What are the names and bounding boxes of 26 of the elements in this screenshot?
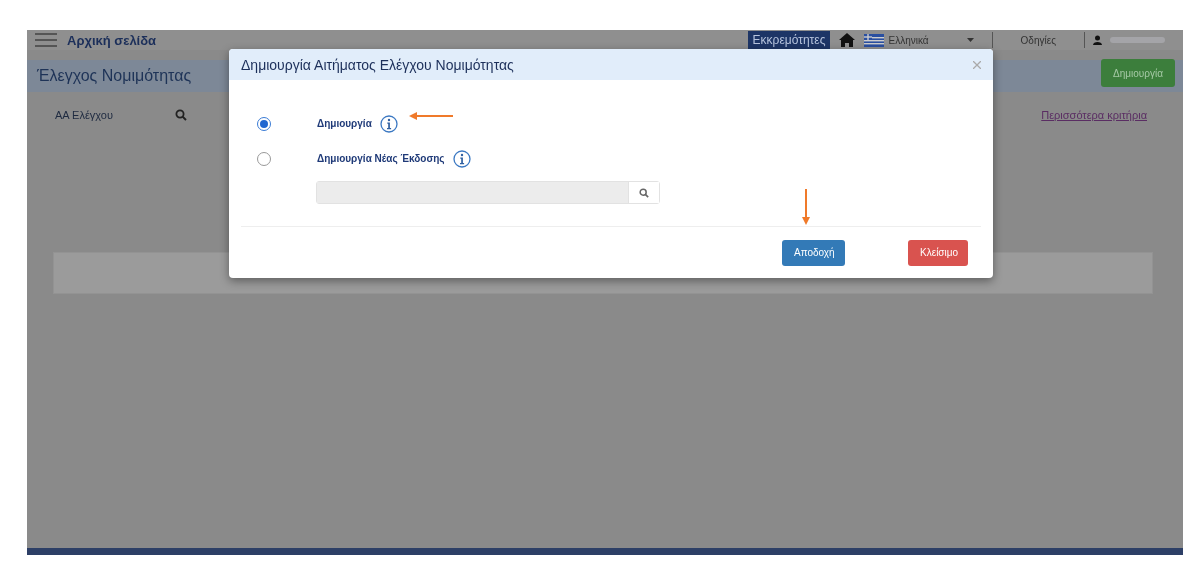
accept-button[interactable]: Αποδοχή [782,239,845,266]
language-selector[interactable]: Ελληνικά [864,33,929,47]
guides-link[interactable]: Οδηγίες [1000,34,1076,46]
radio-button[interactable] [257,151,271,166]
info-icon[interactable] [379,114,398,133]
language-label: Ελληνικά [888,34,929,46]
flag-icon [864,33,885,47]
more-criteria-link[interactable]: Περισσότερα κριτήρια [1041,109,1147,121]
filter-label: ΑΑ Ελέγχου [55,109,114,121]
option-label: Δημιουργία Νέας Έκδοσης [317,153,445,164]
annotation-arrow [409,112,453,120]
radio-button[interactable] [257,116,271,131]
info-icon[interactable] [452,149,471,168]
create-button[interactable]: Δημιουργία [1101,59,1175,87]
close-button[interactable]: Κλείσιμο [908,239,968,266]
annotation-arrow [802,189,810,225]
blurred-username [1110,37,1165,43]
dialog-title: Δημιουργία Αιτήματος Ελέγχου Νομιμότητας [241,56,514,73]
home-link[interactable]: Αρχική σελίδα [67,32,157,48]
option-label: Δημιουργία [317,118,372,129]
home-icon[interactable] [838,32,857,48]
user-icon[interactable] [1093,35,1102,45]
caret-icon[interactable] [966,38,974,42]
page-title: Έλεγχος Νομιμότητας [36,67,192,85]
pending-button[interactable]: Εκκρεμότητες [747,31,831,49]
search-icon[interactable] [175,109,187,121]
